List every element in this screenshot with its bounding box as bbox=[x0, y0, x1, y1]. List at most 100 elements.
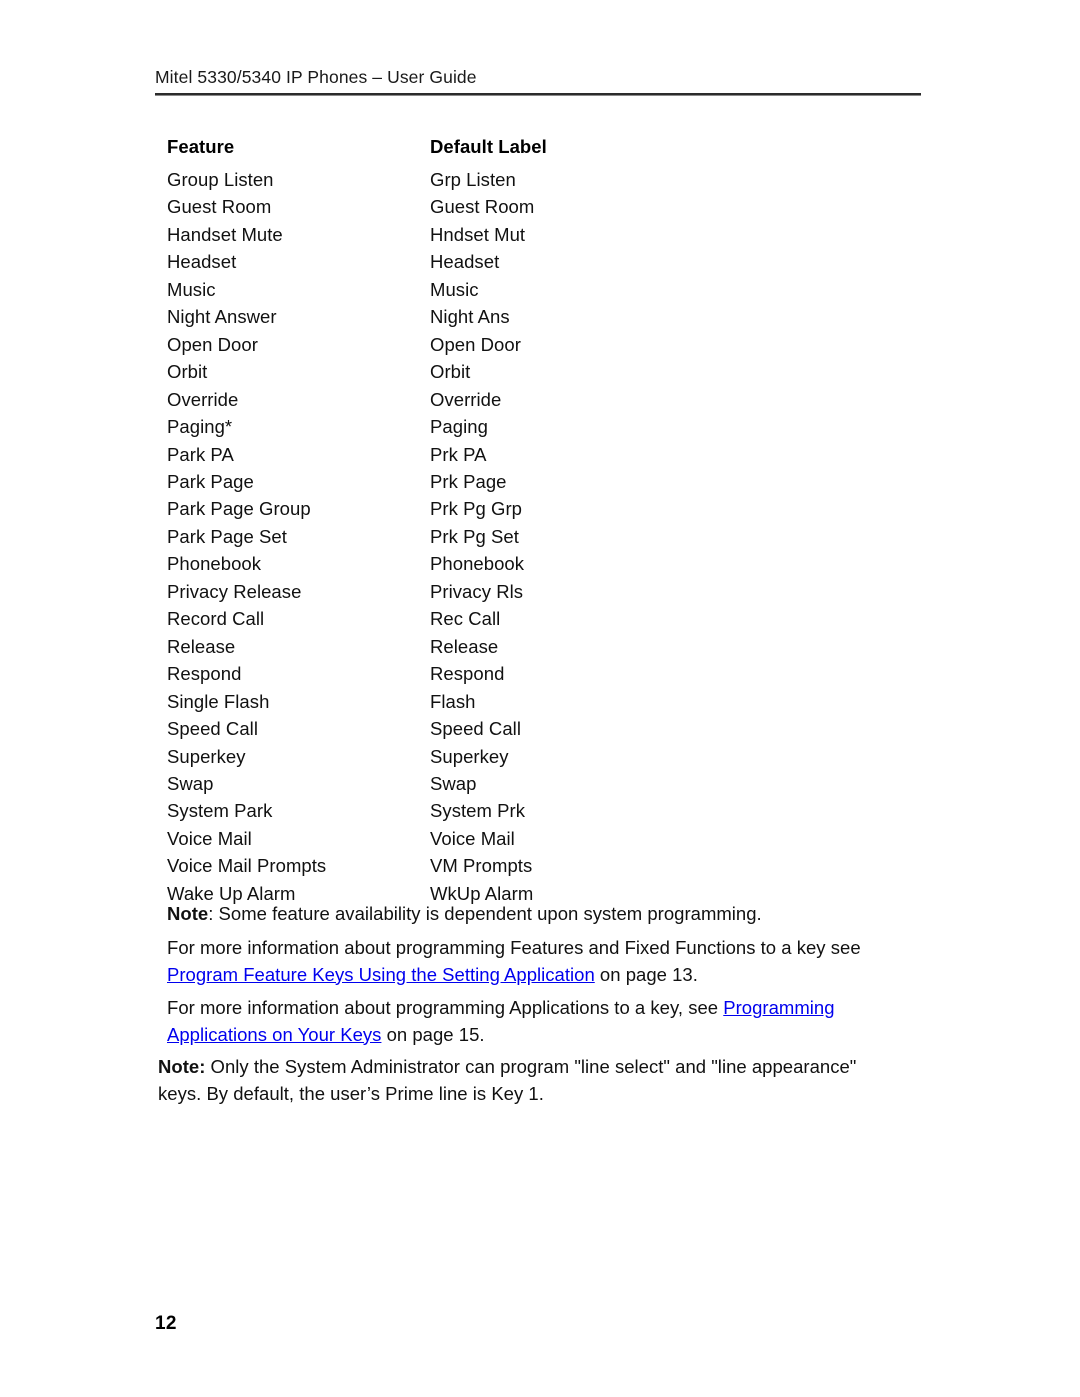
table-row: Handset Mute Hndset Mut bbox=[167, 221, 907, 248]
table-row: Open Door Open Door bbox=[167, 331, 907, 358]
cell-feature: Privacy Release bbox=[167, 580, 302, 602]
cell-feature: Voice Mail Prompts bbox=[167, 855, 327, 877]
column-header-feature: Feature bbox=[167, 136, 235, 157]
paragraph-tail-text: on page 15. bbox=[381, 1023, 485, 1045]
cell-default-label: Prk Pg Grp bbox=[430, 498, 522, 520]
table-row: Orbit Orbit bbox=[167, 358, 907, 385]
cell-feature: Park PA bbox=[167, 443, 234, 465]
cell-feature: Park Page Set bbox=[167, 525, 287, 547]
table-row: Superkey Superkey bbox=[167, 743, 907, 770]
cell-feature: Group Listen bbox=[167, 169, 274, 190]
paragraph-program-feature-keys: For more information about programming F… bbox=[167, 935, 895, 988]
note-availability: Note: Some feature availability is depen… bbox=[167, 901, 907, 928]
table-row: Speed Call Speed Call bbox=[167, 715, 907, 742]
table-row: Record Call Rec Call bbox=[167, 605, 907, 632]
paragraph-lead-text: For more information about programming A… bbox=[167, 997, 724, 1018]
table-body: Group Listen Grp Listen Guest Room Guest Ro… bbox=[167, 166, 907, 907]
table-row: Paging* Paging bbox=[167, 413, 907, 440]
cell-feature: Orbit bbox=[167, 361, 208, 383]
note-text: : Some feature availability is dependent… bbox=[208, 903, 762, 924]
cell-feature: Swap bbox=[167, 772, 214, 794]
table-row: Night Answer Night Ans bbox=[167, 303, 907, 330]
cell-feature: Voice Mail bbox=[167, 827, 252, 849]
table-header: Feature Default Label bbox=[167, 133, 907, 166]
note-label: Note: bbox=[158, 1056, 206, 1077]
cell-default-label: Music bbox=[430, 278, 479, 300]
cell-default-label: Voice Mail bbox=[430, 827, 515, 849]
cell-default-label: Override bbox=[430, 388, 502, 410]
cell-default-label: Swap bbox=[430, 772, 477, 794]
document-page: Mitel 5330/5340 IP Phones – User Guide F… bbox=[0, 0, 1080, 1397]
cell-feature: Park Page bbox=[167, 470, 254, 492]
note-line-select-keys: Note: Only the System Administrator can … bbox=[158, 1054, 903, 1107]
paragraph-tail-text: on page 13. bbox=[594, 963, 698, 985]
table-row: Park Page Group Prk Pg Grp bbox=[167, 495, 907, 522]
column-header-default-label: Default Label bbox=[430, 136, 547, 157]
table-row: Swap Swap bbox=[167, 770, 907, 797]
note-text: Only the System Administrator can progra… bbox=[158, 1056, 857, 1104]
table-row: Group Listen Grp Listen bbox=[167, 166, 907, 193]
table-row: Privacy Release Privacy Rls bbox=[167, 578, 907, 605]
header-rule bbox=[155, 93, 921, 96]
cell-default-label: Rec Call bbox=[430, 608, 501, 630]
cell-default-label: Headset bbox=[430, 251, 500, 273]
cell-default-label: VM Prompts bbox=[430, 855, 533, 877]
table-row: Headset Headset bbox=[167, 248, 907, 275]
feature-default-label-table: Feature Default Label Group Listen Grp Li… bbox=[167, 133, 907, 907]
paragraph-lead-text: For more information about programming F… bbox=[167, 937, 861, 958]
cell-default-label: Speed Call bbox=[430, 718, 522, 740]
cell-feature: Headset bbox=[167, 251, 237, 273]
cell-feature: Paging* bbox=[167, 416, 233, 438]
table-row: Single Flash Flash bbox=[167, 688, 907, 715]
table-row: Park PA Prk PA bbox=[167, 441, 907, 468]
cell-default-label: Prk Pg Set bbox=[430, 525, 519, 547]
table-row: Music Music bbox=[167, 276, 907, 303]
cell-feature: Override bbox=[167, 388, 239, 410]
table-row: Park Page Set Prk Pg Set bbox=[167, 523, 907, 550]
cell-feature: Guest Room bbox=[167, 196, 272, 218]
cell-default-label: Release bbox=[430, 635, 499, 657]
cell-default-label: Privacy Rls bbox=[430, 580, 524, 602]
cell-default-label: Flash bbox=[430, 690, 476, 712]
cell-default-label: Respond bbox=[430, 663, 505, 685]
table-row: Phonebook Phonebook bbox=[167, 550, 907, 577]
cell-feature: System Park bbox=[167, 800, 273, 822]
cell-feature: Record Call bbox=[167, 608, 265, 630]
cell-default-label: Paging bbox=[430, 416, 488, 438]
table-row: Release Release bbox=[167, 633, 907, 660]
cell-feature: Respond bbox=[167, 663, 242, 685]
table-row: Voice Mail Prompts VM Prompts bbox=[167, 852, 907, 879]
cell-feature: Superkey bbox=[167, 745, 246, 767]
cell-default-label: Grp Listen bbox=[430, 169, 516, 190]
cell-default-label: Night Ans bbox=[430, 306, 510, 328]
header-title: Mitel 5330/5340 IP Phones – User Guide bbox=[155, 67, 477, 87]
cell-feature: Handset Mute bbox=[167, 223, 283, 245]
cell-feature: Night Answer bbox=[167, 306, 277, 328]
table-header-row: Feature Default Label bbox=[167, 133, 907, 166]
cell-default-label: Prk PA bbox=[430, 443, 487, 465]
cell-feature: Speed Call bbox=[167, 718, 259, 740]
table-row: Park Page Prk Page bbox=[167, 468, 907, 495]
cell-default-label: Superkey bbox=[430, 745, 509, 767]
table-row: Respond Respond bbox=[167, 660, 907, 687]
cell-feature: Park Page Group bbox=[167, 498, 311, 520]
cell-feature: Single Flash bbox=[167, 690, 270, 712]
cell-feature: Phonebook bbox=[167, 553, 262, 575]
link-program-feature-keys-using-the-setting-application[interactable]: Program Feature Keys Using the Setting A… bbox=[167, 964, 595, 985]
cell-default-label: System Prk bbox=[430, 800, 526, 822]
table-row: Guest Room Guest Room bbox=[167, 193, 907, 220]
cell-default-label: Guest Room bbox=[430, 196, 535, 218]
note-label: Note bbox=[167, 903, 209, 924]
page-number: 12 bbox=[155, 1313, 177, 1334]
cell-default-label: Open Door bbox=[430, 333, 521, 355]
paragraph-programming-applications: For more information about programming A… bbox=[167, 995, 895, 1048]
table-row: System Park System Prk bbox=[167, 797, 907, 824]
page-header: Mitel 5330/5340 IP Phones – User Guide bbox=[155, 66, 921, 96]
cell-default-label: Hndset Mut bbox=[430, 223, 526, 245]
table-row: Override Override bbox=[167, 386, 907, 413]
cell-default-label: Phonebook bbox=[430, 553, 525, 575]
cell-feature: Open Door bbox=[167, 333, 258, 355]
table-row: Voice Mail Voice Mail bbox=[167, 825, 907, 852]
cell-default-label: Prk Page bbox=[430, 470, 507, 492]
cell-feature: Music bbox=[167, 278, 216, 300]
